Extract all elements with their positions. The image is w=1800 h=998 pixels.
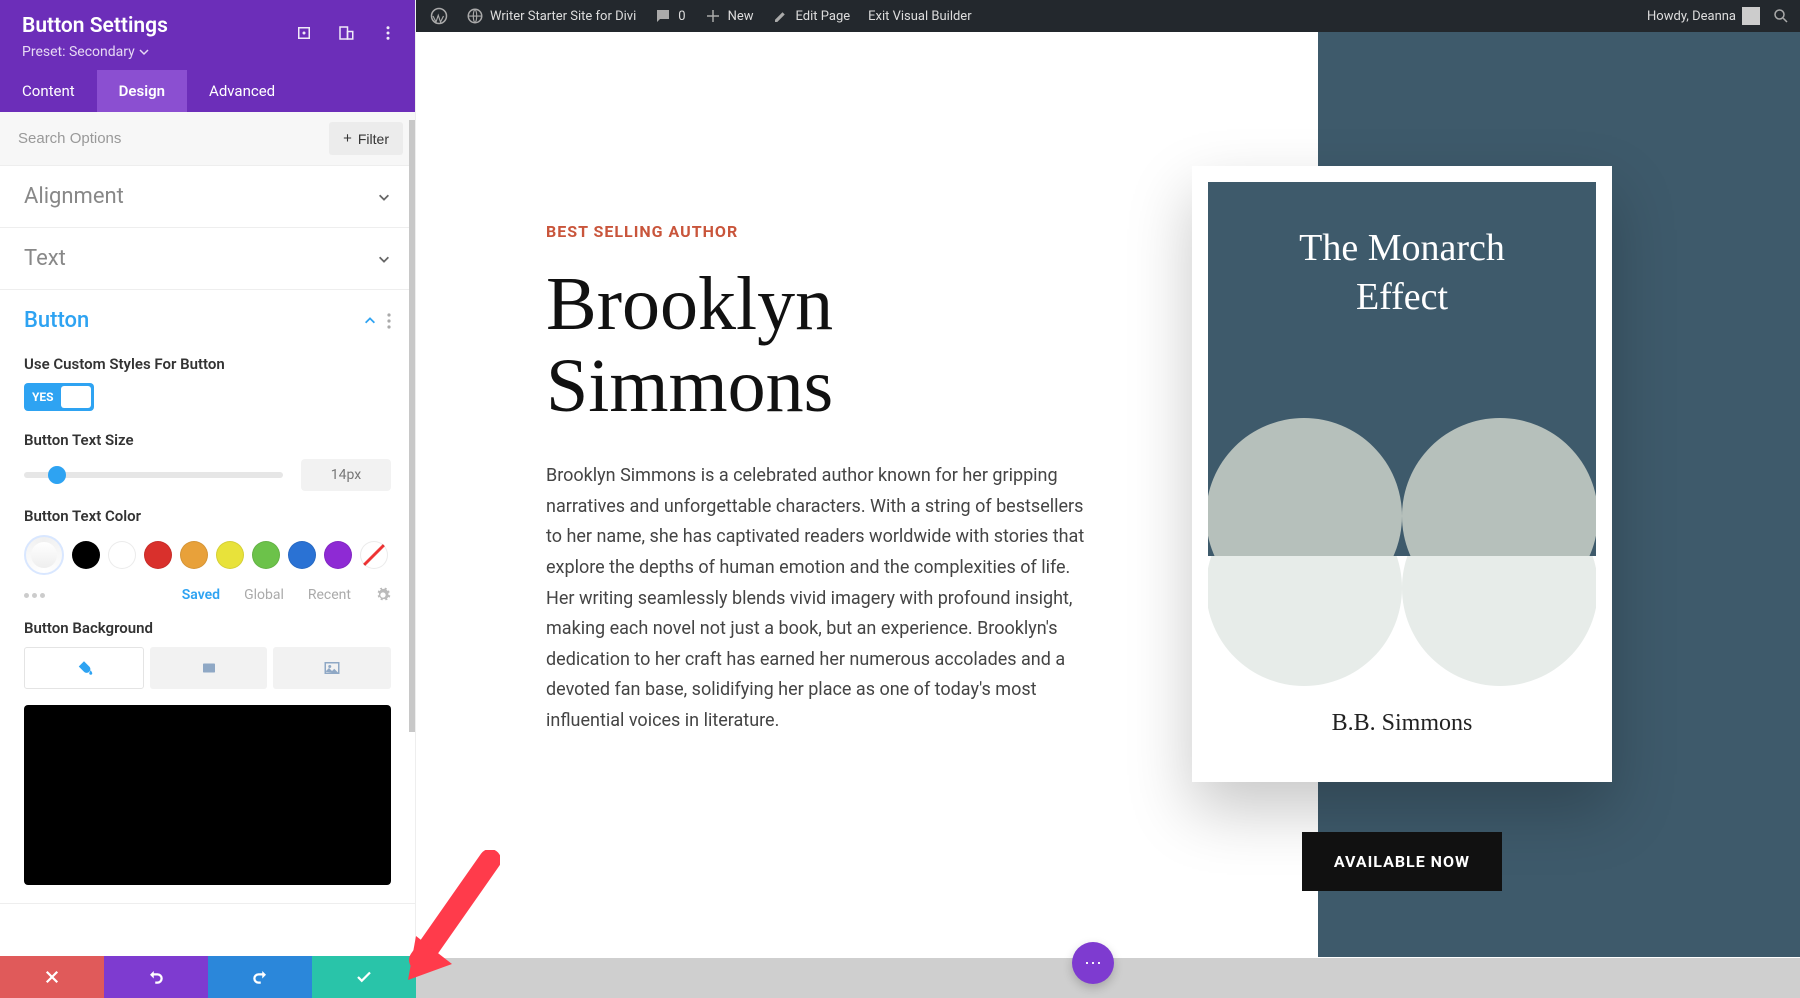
swatch-green[interactable] bbox=[252, 541, 280, 569]
book-petal bbox=[1208, 418, 1402, 556]
bg-image-tab[interactable] bbox=[273, 647, 391, 689]
edit-page-link[interactable]: Edit Page bbox=[772, 7, 851, 25]
bg-color-tab[interactable] bbox=[24, 647, 144, 689]
search-row: +Filter bbox=[0, 112, 415, 166]
book-petal bbox=[1402, 418, 1596, 556]
settings-tabs: Content Design Advanced bbox=[0, 70, 415, 112]
bg-gradient-tab[interactable] bbox=[150, 647, 268, 689]
chevron-down-icon bbox=[377, 252, 391, 266]
page-canvas: BEST SELLING AUTHOR Brooklyn Simmons Bro… bbox=[416, 32, 1800, 998]
tab-advanced[interactable]: Advanced bbox=[187, 70, 297, 112]
annotation-arrow bbox=[400, 850, 500, 984]
site-name-text: Writer Starter Site for Divi bbox=[490, 9, 636, 24]
chevron-up-icon bbox=[363, 314, 377, 328]
exit-vb-label: Exit Visual Builder bbox=[868, 9, 971, 24]
gear-icon[interactable] bbox=[375, 587, 391, 603]
filter-button[interactable]: +Filter bbox=[329, 122, 403, 155]
swatch-none[interactable] bbox=[360, 541, 388, 569]
eyebrow-text: BEST SELLING AUTHOR bbox=[546, 222, 1086, 241]
book-petal bbox=[1402, 556, 1596, 686]
panel-footer bbox=[0, 956, 416, 998]
cancel-button[interactable] bbox=[0, 956, 104, 998]
new-link[interactable]: New bbox=[704, 7, 754, 25]
redo-button[interactable] bbox=[208, 956, 312, 998]
use-custom-label: Use Custom Styles For Button bbox=[24, 355, 391, 373]
swatch-yellow[interactable] bbox=[216, 541, 244, 569]
text-size-value[interactable]: 14px bbox=[301, 459, 391, 491]
text-title: Text bbox=[24, 246, 66, 271]
panel-header: Button Settings Preset: Secondary bbox=[0, 0, 415, 70]
swatch-white[interactable] bbox=[108, 541, 136, 569]
expand-icon[interactable] bbox=[295, 24, 313, 46]
search-input[interactable] bbox=[12, 122, 321, 155]
book-petal bbox=[1208, 556, 1402, 686]
swatch-current[interactable] bbox=[24, 535, 64, 575]
builder-fab[interactable]: ⋯ bbox=[1072, 942, 1114, 984]
palette-recent[interactable]: Recent bbox=[308, 587, 351, 603]
swatch-blue[interactable] bbox=[288, 541, 316, 569]
palette-more-icon[interactable] bbox=[24, 593, 45, 598]
tab-content[interactable]: Content bbox=[0, 70, 97, 112]
swatch-black[interactable] bbox=[72, 541, 100, 569]
section-text: Text bbox=[0, 228, 415, 290]
howdy-user[interactable]: Howdy, Deanna bbox=[1647, 7, 1760, 25]
howdy-text: Howdy, Deanna bbox=[1647, 9, 1736, 24]
search-icon[interactable] bbox=[1772, 7, 1790, 25]
section-button-header[interactable]: Button bbox=[0, 290, 415, 351]
text-color-label: Button Text Color bbox=[24, 507, 391, 525]
comments-count: 0 bbox=[678, 9, 685, 24]
hero-text-block: BEST SELLING AUTHOR Brooklyn Simmons Bro… bbox=[546, 222, 1086, 737]
more-icon[interactable] bbox=[379, 24, 397, 46]
text-size-label: Button Text Size bbox=[24, 431, 391, 449]
section-more-icon[interactable] bbox=[387, 313, 391, 329]
chevron-down-icon bbox=[377, 190, 391, 204]
swatch-purple[interactable] bbox=[324, 541, 352, 569]
background-tabs bbox=[24, 647, 391, 689]
book-cover: The MonarchEffect B.B. Simmons bbox=[1192, 166, 1612, 782]
section-alignment-header[interactable]: Alignment bbox=[0, 166, 415, 227]
use-custom-toggle[interactable]: YES bbox=[24, 383, 94, 411]
preset-selector[interactable]: Preset: Secondary bbox=[22, 44, 393, 60]
hero-body: Brooklyn Simmons is a celebrated author … bbox=[546, 461, 1086, 736]
edit-page-label: Edit Page bbox=[796, 9, 851, 24]
palette-saved[interactable]: Saved bbox=[182, 587, 220, 603]
undo-button[interactable] bbox=[104, 956, 208, 998]
wp-admin-bar: Writer Starter Site for Divi 0 New Edit … bbox=[416, 0, 1800, 32]
site-name-link[interactable]: Writer Starter Site for Divi bbox=[466, 7, 636, 25]
text-size-slider[interactable] bbox=[24, 472, 283, 478]
new-label: New bbox=[728, 9, 754, 24]
palette-global[interactable]: Global bbox=[244, 587, 284, 603]
button-title: Button bbox=[24, 308, 89, 333]
book-author: B.B. Simmons bbox=[1208, 686, 1596, 737]
settings-sidebar: Button Settings Preset: Secondary Conten… bbox=[0, 0, 416, 975]
sidebar-scrollbar[interactable] bbox=[409, 120, 415, 732]
avatar bbox=[1742, 7, 1760, 25]
toggle-text: YES bbox=[32, 390, 54, 404]
section-alignment: Alignment bbox=[0, 166, 415, 228]
exit-vb-link[interactable]: Exit Visual Builder bbox=[868, 9, 971, 24]
slider-thumb[interactable] bbox=[48, 466, 66, 484]
background-label: Button Background bbox=[24, 619, 391, 637]
section-text-header[interactable]: Text bbox=[0, 228, 415, 289]
cta-button[interactable]: AVAILABLE NOW bbox=[1302, 832, 1502, 891]
section-button: Button Use Custom Styles For Button YES … bbox=[0, 290, 415, 904]
comments-link[interactable]: 0 bbox=[654, 7, 685, 25]
book-title: The MonarchEffect bbox=[1208, 182, 1596, 323]
hero-name: Brooklyn Simmons bbox=[546, 263, 1086, 427]
responsive-icon[interactable] bbox=[337, 24, 355, 46]
text-color-swatches bbox=[24, 535, 391, 575]
swatch-red[interactable] bbox=[144, 541, 172, 569]
wp-logo[interactable] bbox=[430, 7, 448, 25]
toggle-knob bbox=[61, 386, 91, 408]
background-preview[interactable] bbox=[24, 705, 391, 885]
tab-design[interactable]: Design bbox=[97, 70, 187, 112]
swatch-orange[interactable] bbox=[180, 541, 208, 569]
alignment-title: Alignment bbox=[24, 184, 124, 209]
